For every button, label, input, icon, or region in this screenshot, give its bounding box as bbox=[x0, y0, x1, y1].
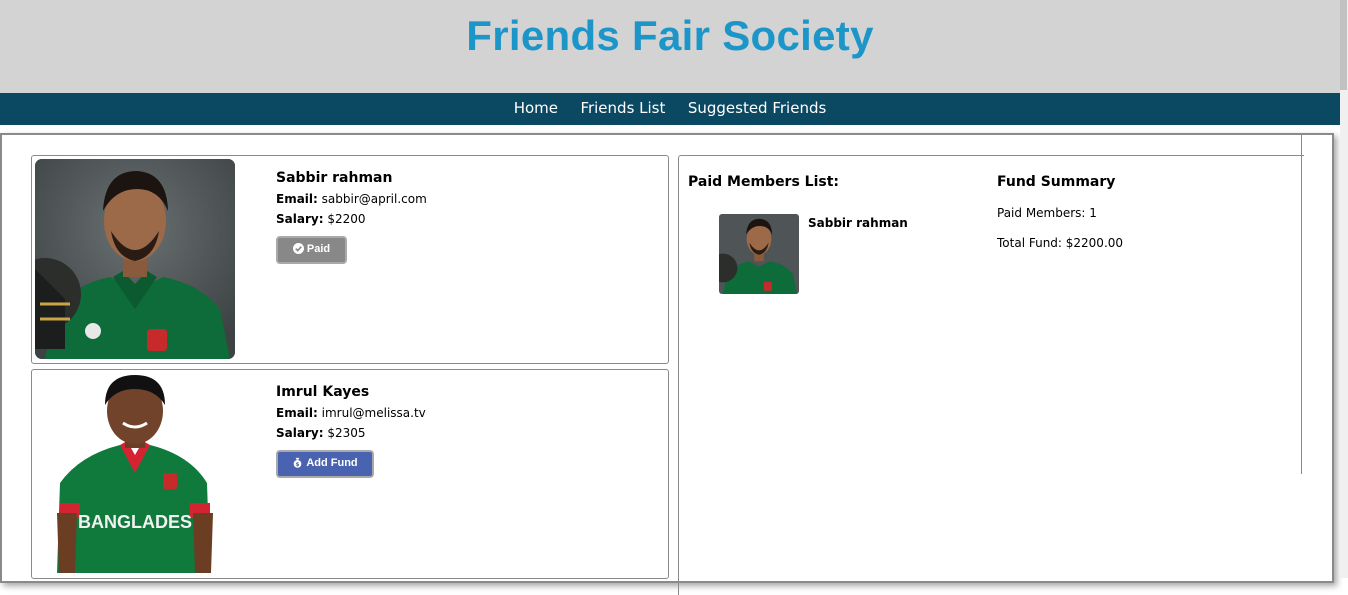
friend-email-row: Email: imrul@melissa.tv bbox=[276, 406, 426, 420]
friend-name: Sabbir rahman bbox=[276, 170, 393, 186]
paid-button-label: Paid bbox=[306, 243, 331, 255]
salary-label: Salary: bbox=[276, 212, 324, 226]
friend-salary-row: Salary: $2200 bbox=[276, 212, 427, 226]
summary-divider bbox=[1301, 134, 1302, 474]
friend-photo: BANGLADES bbox=[35, 373, 235, 573]
nav-friends-list[interactable]: Friends List bbox=[580, 99, 665, 117]
total-fund: Total Fund: $2200.00 bbox=[997, 236, 1124, 250]
friend-name: Imrul Kayes bbox=[276, 384, 370, 400]
friend-card: Sabbir rahman Email: sabbir@april.com Sa… bbox=[31, 155, 669, 364]
friend-salary-row: Salary: $2305 bbox=[276, 426, 426, 440]
salary-label: Salary: bbox=[276, 426, 324, 440]
friend-email: imrul@melissa.tv bbox=[321, 406, 426, 420]
paid-member-name: Sabbir rahman bbox=[808, 216, 908, 230]
paid-button[interactable]: Paid bbox=[276, 236, 347, 264]
nav-suggested-friends[interactable]: Suggested Friends bbox=[688, 99, 826, 117]
friend-salary: $2305 bbox=[327, 426, 366, 440]
summary-panel: Paid Members List: Sabbir rahman Fund Su… bbox=[678, 155, 1304, 595]
friend-photo bbox=[35, 159, 235, 359]
scrollbar-thumb[interactable] bbox=[1340, 0, 1347, 90]
add-fund-button[interactable]: $ Add Fund bbox=[276, 450, 374, 478]
friend-email-row: Email: sabbir@april.com bbox=[276, 192, 427, 206]
money-bag-icon: $ bbox=[292, 457, 303, 471]
email-label: Email: bbox=[276, 406, 318, 420]
email-label: Email: bbox=[276, 192, 318, 206]
main-panel: Sabbir rahman Email: sabbir@april.com Sa… bbox=[0, 133, 1334, 595]
nav-home[interactable]: Home bbox=[514, 99, 558, 117]
site-title: Friends Fair Society bbox=[466, 12, 874, 59]
add-fund-button-label: Add Fund bbox=[306, 457, 358, 469]
fund-summary-title: Fund Summary bbox=[997, 174, 1116, 190]
main-navbar: Home Friends List Suggested Friends bbox=[0, 93, 1340, 125]
friend-salary: $2200 bbox=[327, 212, 366, 226]
svg-text:$: $ bbox=[296, 462, 300, 468]
page-scrollbar[interactable] bbox=[1340, 0, 1348, 578]
paid-members-title: Paid Members List: bbox=[688, 174, 840, 190]
site-header: Friends Fair Society bbox=[0, 0, 1340, 93]
paid-members-count: Paid Members: 1 bbox=[997, 206, 1097, 220]
friend-card: BANGLADES Imrul Kayes Email: imrul@melis… bbox=[31, 369, 669, 579]
check-circle-icon bbox=[292, 243, 304, 257]
friend-email: sabbir@april.com bbox=[321, 192, 427, 206]
paid-member-photo bbox=[719, 214, 799, 294]
svg-text:BANGLADES: BANGLADES bbox=[78, 512, 192, 532]
fund-summary: Fund Summary Paid Members: 1 Total Fund:… bbox=[997, 174, 1123, 266]
friend-info: Sabbir rahman Email: sabbir@april.com Sa… bbox=[276, 170, 427, 264]
friend-info: Imrul Kayes Email: imrul@melissa.tv Sala… bbox=[276, 384, 426, 478]
